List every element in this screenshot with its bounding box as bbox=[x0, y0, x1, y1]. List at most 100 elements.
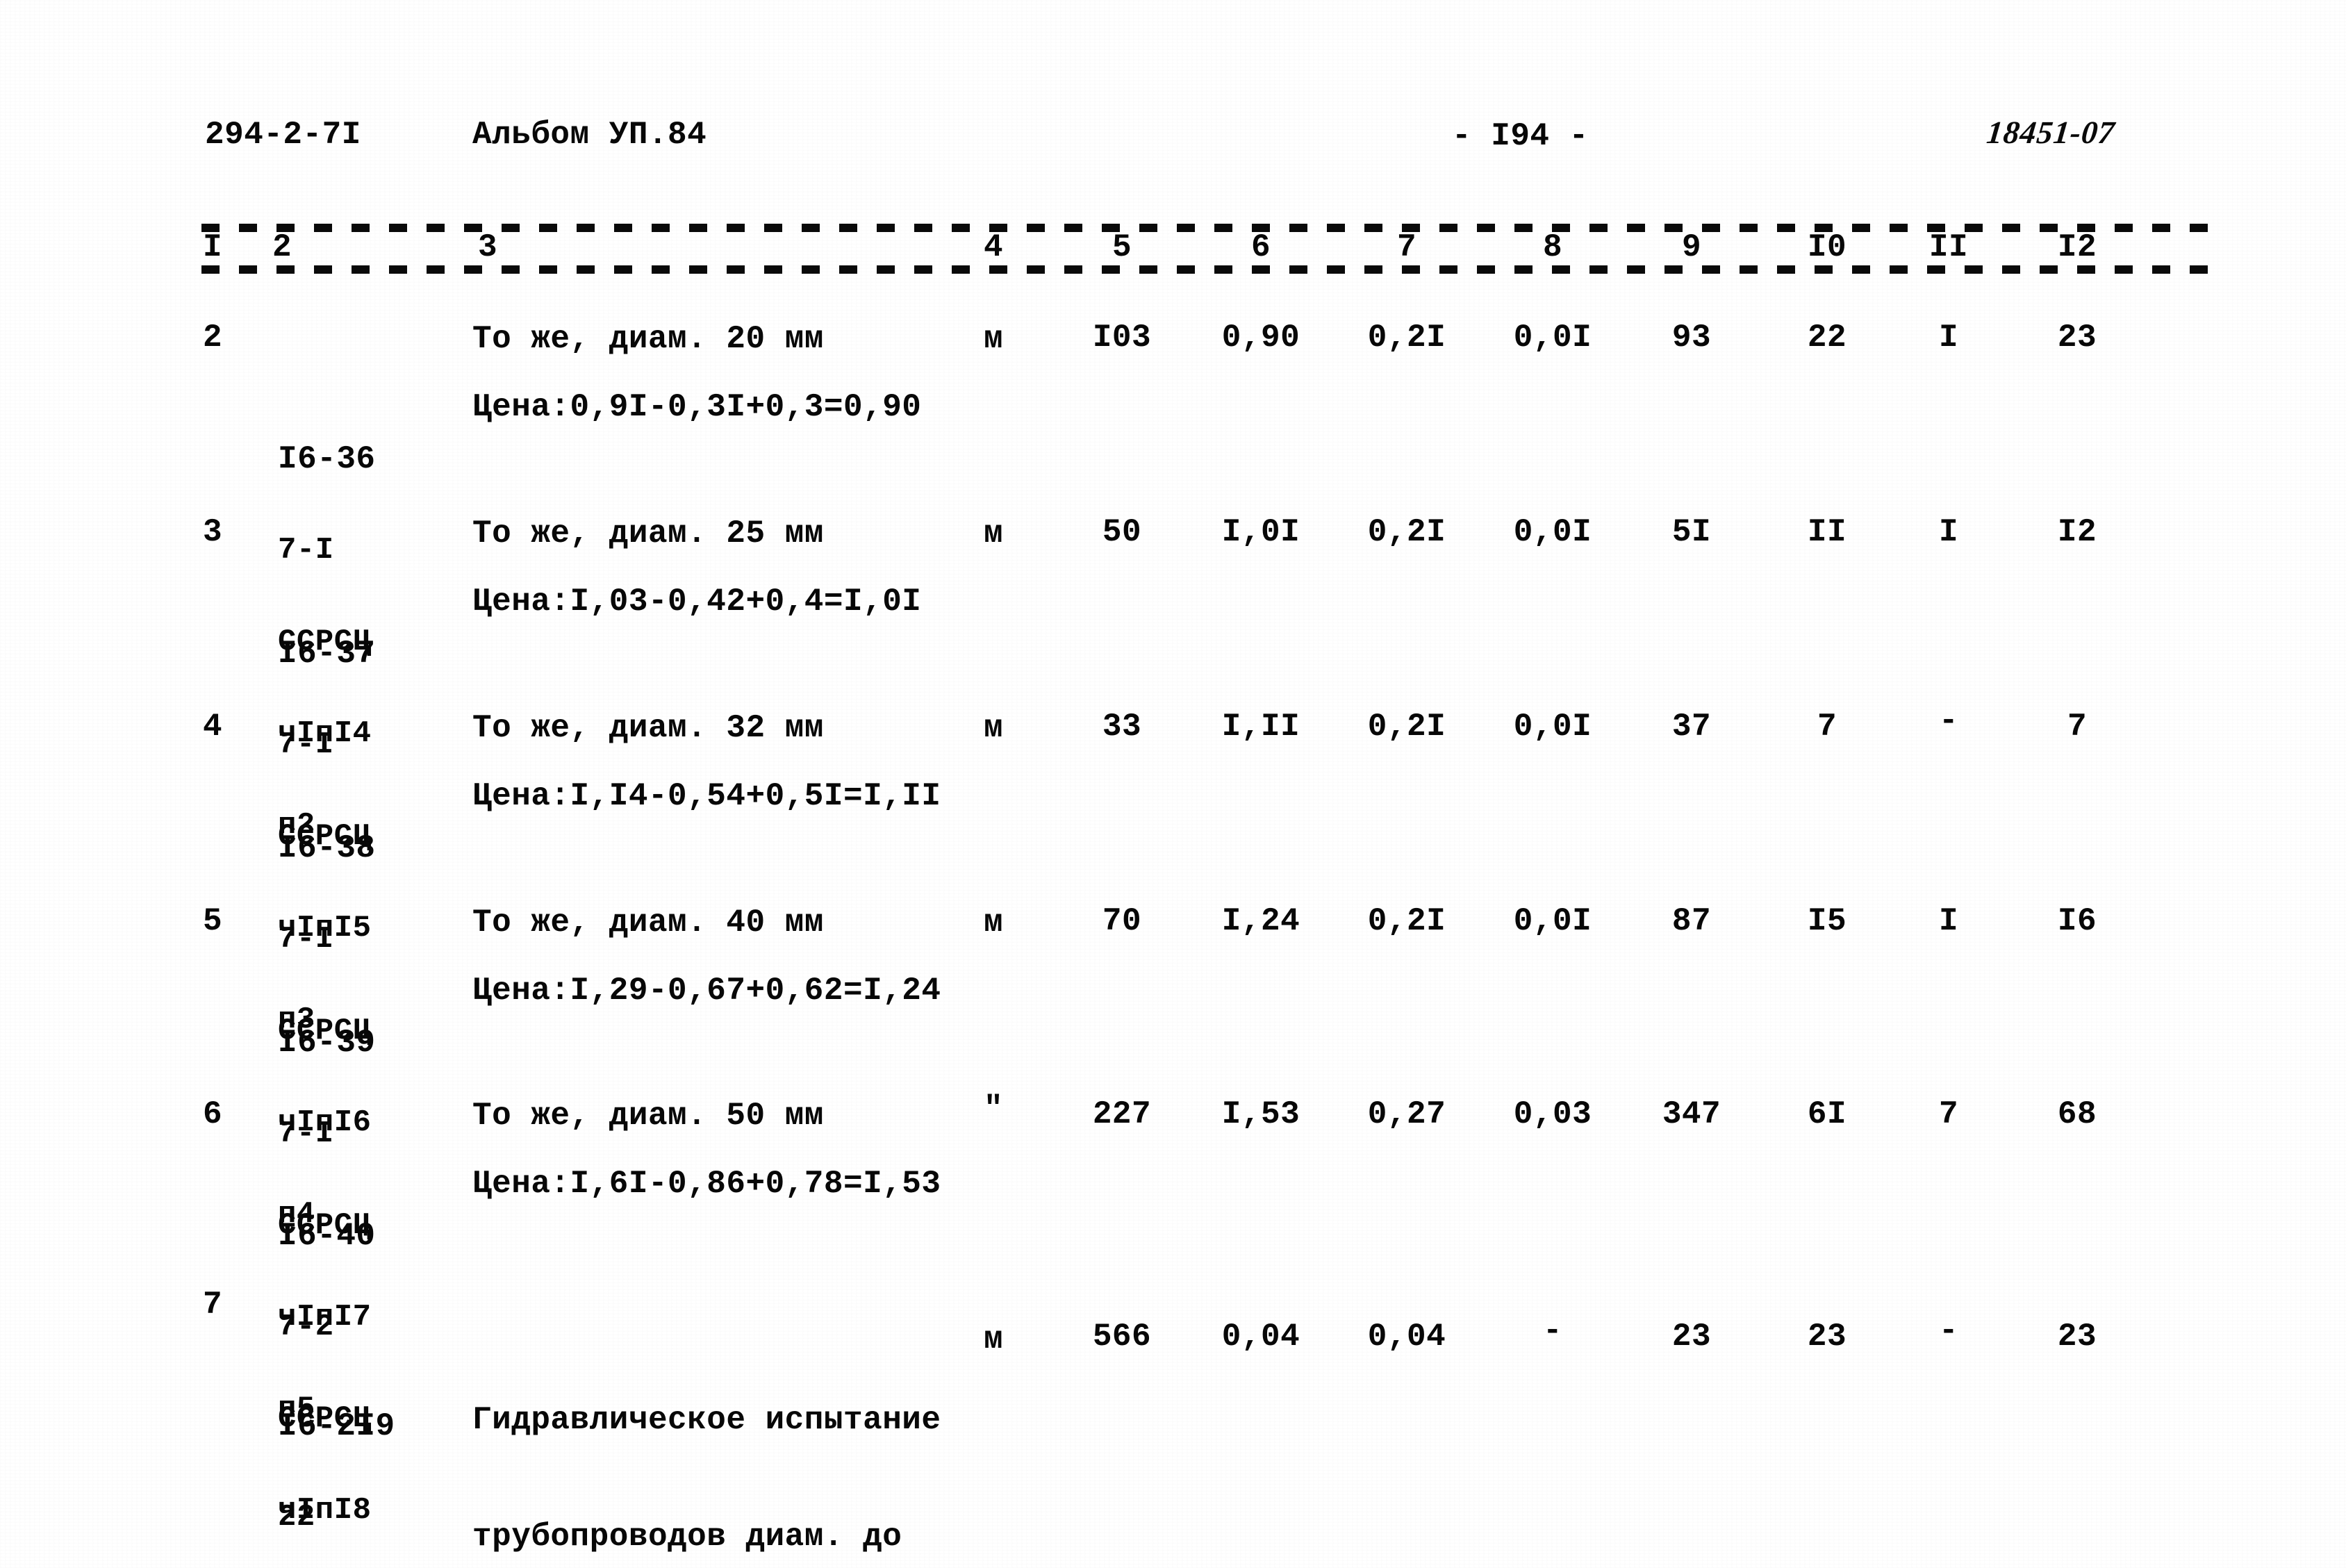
row-index: 6 bbox=[203, 1096, 223, 1132]
row-value-12: 7 bbox=[2067, 709, 2088, 745]
row-value-5: 33 bbox=[1102, 709, 1142, 745]
row-value-12: I2 bbox=[2057, 514, 2097, 550]
row-value-6: 0,04 bbox=[1221, 1319, 1300, 1355]
row-index: 5 bbox=[203, 903, 223, 939]
code-line-1: I6-2I9 bbox=[278, 1408, 395, 1444]
description-line-2: трубопроводов диам. до bbox=[472, 1519, 902, 1555]
row-value-6: I,53 bbox=[1221, 1096, 1300, 1132]
table-rule-bottom bbox=[201, 265, 2209, 274]
column-number-6: 6 bbox=[1250, 229, 1271, 265]
document-code: 294-2-7I bbox=[205, 117, 361, 153]
row-value-5: 566 bbox=[1092, 1319, 1152, 1355]
code-line-1: I6-40 bbox=[278, 1218, 376, 1254]
row-value-11: - bbox=[1938, 1313, 1959, 1349]
row-unit: м bbox=[983, 321, 1004, 357]
row-value-9: 23 bbox=[1671, 1319, 1712, 1355]
row-description: То же, диам. 32 мм bbox=[472, 710, 824, 746]
row-price: Цена:I,6I-0,86+0,78=I,53 bbox=[472, 1166, 941, 1202]
row-value-7: 0,2I bbox=[1367, 903, 1446, 939]
code-line-2: 22 bbox=[278, 1500, 315, 1535]
row-value-9: 5I bbox=[1671, 514, 1712, 550]
row-price: Цена:I,29-0,67+0,62=I,24 bbox=[472, 973, 941, 1009]
column-number-4: 4 bbox=[983, 229, 1004, 265]
column-number-5: 5 bbox=[1112, 229, 1132, 265]
row-value-12: 68 bbox=[2057, 1096, 2097, 1132]
row-index: 7 bbox=[203, 1287, 223, 1323]
row-price: Цена:I,I4-0,54+0,5I=I,II bbox=[472, 778, 941, 814]
row-value-8: 0,03 bbox=[1513, 1096, 1592, 1132]
row-unit: " bbox=[983, 1091, 1004, 1127]
column-number-3: 3 bbox=[478, 229, 498, 265]
row-value-10: 7 bbox=[1817, 709, 1837, 745]
row-value-11: I bbox=[1938, 514, 1959, 550]
row-value-10: 23 bbox=[1807, 1319, 1847, 1355]
column-number-9: 9 bbox=[1681, 229, 1702, 265]
row-value-7: 0,2I bbox=[1367, 709, 1446, 745]
code-line-1: I6-38 bbox=[278, 830, 376, 866]
code-line-1: I6-39 bbox=[278, 1025, 376, 1061]
row-unit: м bbox=[983, 710, 1004, 746]
row-value-10: I5 bbox=[1807, 903, 1847, 939]
row-value-7: 0,27 bbox=[1367, 1096, 1446, 1132]
row-index: 4 bbox=[203, 709, 223, 745]
row-value-8: 0,0I bbox=[1513, 320, 1592, 356]
row-description: То же, диам. 25 мм bbox=[472, 515, 824, 552]
column-number-8: 8 bbox=[1542, 229, 1563, 265]
page-header: 294-2-7I Альбом УП.84 - I94 - 18451-07 bbox=[0, 115, 2346, 165]
page-number: - I94 - bbox=[1452, 118, 1589, 154]
row-value-7: 0,2I bbox=[1367, 514, 1446, 550]
row-value-6: 0,90 bbox=[1221, 320, 1300, 356]
row-value-8: - bbox=[1542, 1313, 1563, 1349]
row-value-10: 22 bbox=[1807, 320, 1847, 356]
row-value-10: II bbox=[1807, 514, 1847, 550]
row-value-8: 0,0I bbox=[1513, 903, 1592, 939]
row-price: Цена:0,9I-0,3I+0,3=0,90 bbox=[472, 389, 922, 425]
row-value-7: 0,04 bbox=[1367, 1319, 1446, 1355]
code-line-1: I6-36 bbox=[278, 441, 376, 477]
row-value-9: 93 bbox=[1671, 320, 1712, 356]
column-number-2: 2 bbox=[272, 229, 292, 265]
row-index: 3 bbox=[203, 514, 223, 550]
row-value-12: 23 bbox=[2057, 1319, 2097, 1355]
row-value-5: 70 bbox=[1102, 903, 1142, 939]
row-value-6: I,24 bbox=[1221, 903, 1300, 939]
column-number-10: I0 bbox=[1807, 229, 1847, 265]
row-description: То же, диам. 50 мм bbox=[472, 1098, 824, 1134]
row-description: То же, диам. 40 мм bbox=[472, 905, 824, 941]
row-unit: м bbox=[983, 515, 1004, 552]
row-value-12: 23 bbox=[2057, 320, 2097, 356]
row-value-6: I,II bbox=[1221, 709, 1300, 745]
column-number-11: II bbox=[1928, 229, 1969, 265]
row-value-7: 0,2I bbox=[1367, 320, 1446, 356]
row-code: I6-2I9 22 bbox=[278, 1287, 456, 1568]
row-value-10: 6I bbox=[1807, 1096, 1847, 1132]
row-description: Гидравлическое испытание трубопроводов д… bbox=[472, 1284, 941, 1568]
row-price: Цена:I,03-0,42+0,4=I,0I bbox=[472, 584, 922, 620]
album-title: Альбом УП.84 bbox=[472, 117, 707, 153]
row-value-9: 87 bbox=[1671, 903, 1712, 939]
row-value-11: I bbox=[1938, 320, 1959, 356]
archive-stamp: 18451-07 bbox=[1985, 115, 2117, 150]
code-line-1: I6-37 bbox=[278, 636, 376, 672]
column-number-12: I2 bbox=[2057, 229, 2097, 265]
row-value-8: 0,0I bbox=[1513, 709, 1592, 745]
row-value-11: I bbox=[1938, 903, 1959, 939]
row-unit: м bbox=[983, 905, 1004, 941]
row-value-9: 347 bbox=[1662, 1096, 1721, 1132]
row-index: 2 bbox=[203, 320, 223, 356]
description-line-1: Гидравлическое испытание bbox=[472, 1402, 941, 1438]
row-value-5: I03 bbox=[1092, 320, 1152, 356]
row-value-11: - bbox=[1938, 703, 1959, 739]
scanned-document-page: 294-2-7I Альбом УП.84 - I94 - 18451-07 I… bbox=[0, 0, 2346, 1568]
row-unit: м bbox=[983, 1321, 1004, 1357]
row-description: То же, диам. 20 мм bbox=[472, 321, 824, 357]
column-number-7: 7 bbox=[1396, 229, 1417, 265]
column-number-1: I bbox=[203, 229, 223, 265]
row-value-6: I,0I bbox=[1221, 514, 1300, 550]
row-value-5: 227 bbox=[1092, 1096, 1152, 1132]
row-value-5: 50 bbox=[1102, 514, 1142, 550]
row-value-12: I6 bbox=[2057, 903, 2097, 939]
row-value-9: 37 bbox=[1671, 709, 1712, 745]
row-value-11: 7 bbox=[1938, 1096, 1959, 1132]
row-value-8: 0,0I bbox=[1513, 514, 1592, 550]
